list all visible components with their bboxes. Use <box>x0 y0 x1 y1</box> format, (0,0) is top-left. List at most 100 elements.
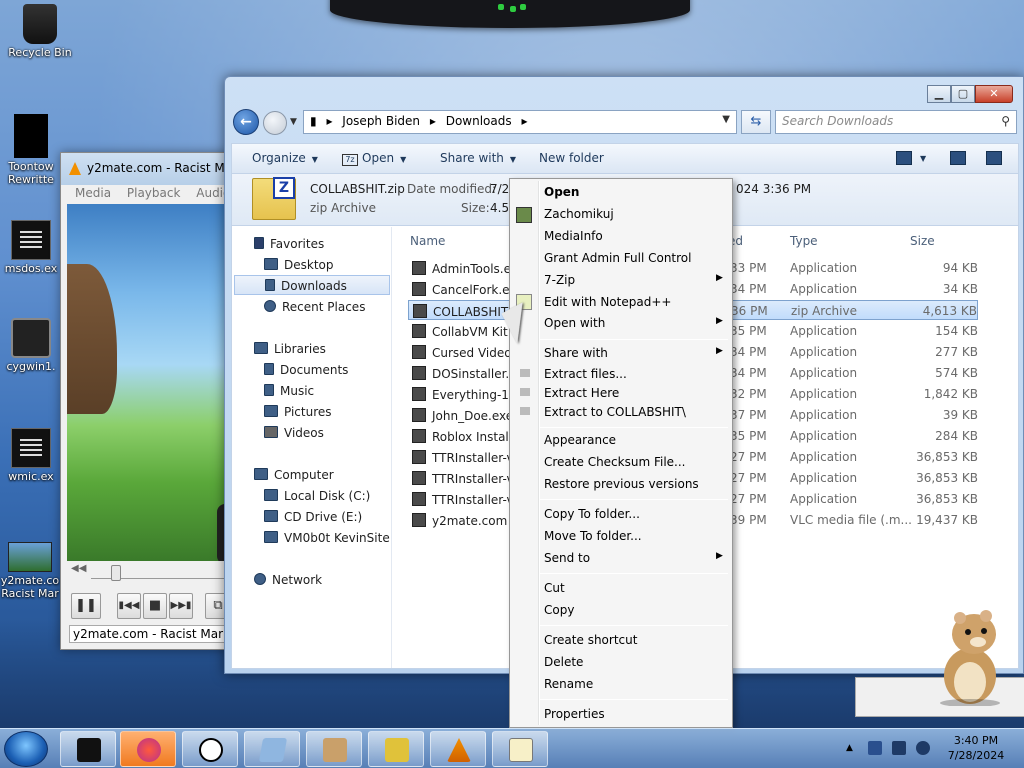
menu-rename[interactable]: Rename <box>544 677 593 691</box>
vlc-titlebar[interactable]: y2mate.com - Racist Mari <box>61 153 229 185</box>
menu-open[interactable]: Open <box>544 185 579 199</box>
organize-button[interactable]: Organize ▼ <box>252 151 318 165</box>
desktop-icon-msdos[interactable]: msdos.ex <box>0 220 66 275</box>
column-name[interactable]: Name <box>410 234 445 248</box>
menu-delete[interactable]: Delete <box>544 655 583 669</box>
menu-copy[interactable]: Copy <box>544 603 574 617</box>
taskbar-app-explorer[interactable] <box>244 731 300 767</box>
maximize-button[interactable]: ▢ <box>951 85 975 103</box>
show-hidden-icons-icon[interactable]: ▲ <box>846 743 856 753</box>
vlc-stop-button[interactable]: ■ <box>143 593 167 619</box>
menu-extract-here[interactable]: Extract Here <box>544 386 619 400</box>
nav-libraries[interactable]: Libraries <box>254 342 326 356</box>
menu-create-shortcut[interactable]: Create shortcut <box>544 633 637 647</box>
menu-extract-files[interactable]: Extract files... <box>544 367 627 381</box>
desktop-icon-y2mate[interactable]: y2mate.co Racist Mar <box>0 542 68 600</box>
tray-app-icon[interactable] <box>868 741 882 755</box>
breadcrumb-user[interactable]: Joseph Biden <box>342 114 420 128</box>
taskbar-app-toontown[interactable] <box>182 731 238 767</box>
breadcrumb-downloads[interactable]: Downloads <box>446 114 512 128</box>
nav-cd-drive[interactable]: CD Drive (E:) <box>264 510 362 524</box>
back-button[interactable]: ← <box>233 109 259 135</box>
vlc-previous-button[interactable]: ▮◀◀ <box>117 593 141 619</box>
vlc-window[interactable]: y2mate.com - Racist Mari Media Playback … <box>60 152 230 650</box>
nav-favorites[interactable]: Favorites <box>254 237 324 251</box>
taskbar-app-recycle[interactable] <box>60 731 116 767</box>
taskbar-app-firefox[interactable] <box>120 731 176 767</box>
desktop-icon-wmic[interactable]: wmic.ex <box>0 428 66 483</box>
menu-7zip[interactable]: 7-Zip ▶ <box>544 273 723 287</box>
menu-zachomikuj[interactable]: Zachomikuj <box>544 207 614 221</box>
breadcrumb-separator-icon[interactable]: ▸ <box>326 114 332 128</box>
menu-move-to-folder[interactable]: Move To folder... <box>544 529 642 543</box>
breadcrumb-separator-icon[interactable]: ▸ <box>430 114 436 128</box>
menu-restore-previous[interactable]: Restore previous versions <box>544 477 699 491</box>
vlc-seek-knob[interactable] <box>111 565 121 581</box>
recent-pages-dropdown[interactable]: ▼ <box>290 117 297 127</box>
nav-vm-share[interactable]: VM0b0t KevinSite <box>264 531 390 545</box>
vlc-pause-button[interactable]: ❚❚ <box>71 593 101 619</box>
vlc-seek-bar[interactable] <box>91 565 229 581</box>
menu-mediainfo[interactable]: MediaInfo <box>544 229 603 243</box>
desktop-icon-toontown[interactable]: Toontow Rewritte <box>0 114 68 186</box>
volume-icon[interactable] <box>916 741 930 755</box>
column-type[interactable]: Type <box>790 234 818 248</box>
menu-edit-notepadpp[interactable]: Edit with Notepad++ <box>544 295 671 309</box>
extract-icon <box>520 388 530 396</box>
nav-downloads[interactable]: Downloads <box>234 275 390 295</box>
taskbar-app-vlc[interactable] <box>430 731 486 767</box>
new-folder-button[interactable]: New folder <box>539 151 604 165</box>
nav-music[interactable]: Music <box>264 384 314 398</box>
desktop-icon-cygwin[interactable]: cygwin1. <box>0 318 66 373</box>
taskbar-app-roblox[interactable] <box>368 731 424 767</box>
minimize-button[interactable]: ▁ <box>927 85 951 103</box>
taskbar-app-doge[interactable] <box>306 731 362 767</box>
menu-copy-to-folder[interactable]: Copy To folder... <box>544 507 640 521</box>
forward-button[interactable] <box>263 111 287 135</box>
view-options-icon[interactable] <box>896 151 912 165</box>
preview-pane-icon[interactable] <box>950 151 966 165</box>
menu-share-with[interactable]: Share with ▶ <box>544 346 723 360</box>
file-type: Application <box>790 345 858 359</box>
nav-network[interactable]: Network <box>254 573 322 587</box>
search-icon[interactable]: ⚲ <box>1001 114 1010 128</box>
vlc-menu-media[interactable]: Media <box>75 186 111 200</box>
clock[interactable]: 3:40 PM 7/28/2024 <box>936 733 1016 763</box>
menu-appearance[interactable]: Appearance <box>544 433 616 447</box>
nav-recent-places[interactable]: Recent Places <box>264 300 365 314</box>
address-dropdown-icon[interactable]: ▼ <box>722 114 730 125</box>
nav-videos[interactable]: Videos <box>264 426 324 440</box>
desktop-icon-recycle-bin[interactable]: Recycle Bin <box>0 4 80 59</box>
menu-create-checksum[interactable]: Create Checksum File... <box>544 455 686 469</box>
details-filename: COLLABSHIT.zip <box>310 182 405 196</box>
vlc-video-area[interactable] <box>67 204 229 564</box>
nav-documents[interactable]: Documents <box>264 363 348 377</box>
refresh-button[interactable]: ⇆ <box>741 110 771 134</box>
vlc-menu-playback[interactable]: Playback <box>127 186 181 200</box>
app-icon <box>77 738 101 762</box>
menu-open-with[interactable]: Open with ▶ <box>544 316 723 330</box>
address-bar[interactable]: ▮ ▸ Joseph Biden ▸ Downloads ▸ ▼ <box>303 110 737 134</box>
menu-properties[interactable]: Properties <box>544 707 605 721</box>
nav-desktop[interactable]: Desktop <box>264 258 334 272</box>
breadcrumb-separator-icon[interactable]: ▸ <box>521 114 527 128</box>
menu-cut[interactable]: Cut <box>544 581 565 595</box>
network-status-icon[interactable] <box>892 741 906 755</box>
menu-extract-to[interactable]: Extract to COLLABSHIT\ <box>544 405 686 419</box>
vlc-next-button[interactable]: ▶▶▮ <box>169 593 193 619</box>
nav-computer[interactable]: Computer <box>254 468 334 482</box>
rewind-icon[interactable]: ◀◀ <box>71 563 86 574</box>
open-button[interactable]: 7z Open ▼ <box>342 151 406 166</box>
search-input[interactable]: Search Downloads ⚲ <box>775 110 1017 134</box>
share-with-button[interactable]: Share with ▼ <box>440 151 516 165</box>
nav-pictures[interactable]: Pictures <box>264 405 332 419</box>
menu-grant-admin[interactable]: Grant Admin Full Control <box>544 251 691 265</box>
column-size[interactable]: Size <box>910 234 935 248</box>
close-button[interactable]: ✕ <box>975 85 1013 103</box>
taskbar-app-notepad[interactable] <box>492 731 548 767</box>
menu-send-to[interactable]: Send to ▶ <box>544 551 723 565</box>
nav-local-disk[interactable]: Local Disk (C:) <box>264 489 370 503</box>
start-button[interactable] <box>4 731 48 767</box>
view-dropdown-icon[interactable]: ▼ <box>920 154 926 163</box>
help-icon[interactable] <box>986 151 1002 165</box>
